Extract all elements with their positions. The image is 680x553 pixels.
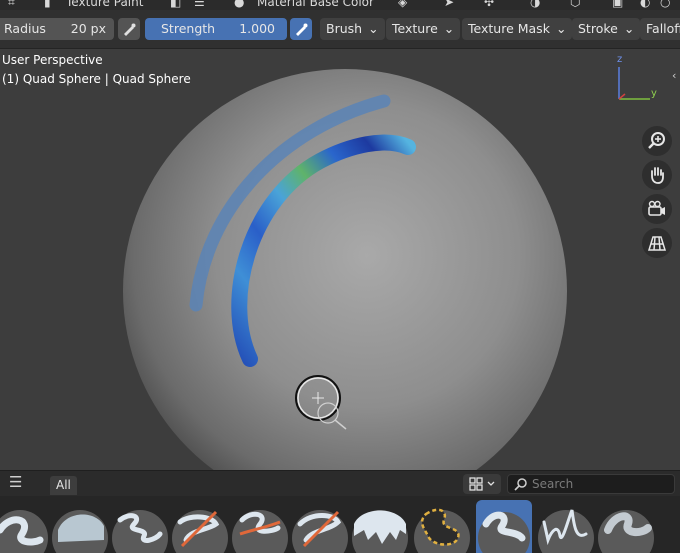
brush-thumbnail[interactable] (352, 500, 408, 553)
radius-field[interactable]: Radius 20 px (0, 18, 114, 40)
brush-preview-icon (292, 510, 348, 553)
brush-preview-icon (538, 509, 594, 553)
brush-preview-icon (232, 510, 288, 553)
radius-pressure-button[interactable] (118, 18, 140, 40)
brush-preview-icon (172, 510, 228, 553)
grid-ortho-icon (647, 236, 667, 251)
radius-value: 20 px (70, 21, 106, 36)
menu-icon[interactable]: ☰ (194, 0, 205, 9)
tab-all[interactable]: All (50, 476, 77, 495)
color-swatch-icon[interactable]: ◧ (170, 0, 181, 9)
texture-mask-menu-label: Texture Mask (468, 21, 550, 36)
hand-pan-icon (651, 167, 664, 184)
asset-shelf-header: ☰ All Search (0, 470, 680, 497)
chevron-down-icon: ⌄ (555, 21, 567, 36)
search-input[interactable]: Search (507, 474, 675, 494)
mode-icon[interactable]: ⌗ (8, 0, 15, 10)
brush-preview-icon (478, 511, 530, 553)
display-settings-button[interactable] (463, 474, 501, 494)
material-preview-icon[interactable]: ◐ (640, 0, 650, 9)
search-icon (514, 478, 527, 491)
strength-value: 1.000 (239, 21, 275, 36)
brush-thumbnail[interactable] (292, 500, 348, 553)
pen-pressure-icon (296, 23, 308, 36)
3d-viewport[interactable]: z y ‹ User Perspective (1) Quad Sphere |… (0, 49, 680, 470)
active-object-label: (1) Quad Sphere | Quad Sphere (2, 72, 191, 86)
render-preview-icon[interactable]: ○ (660, 0, 670, 9)
brush-preview-icon (0, 510, 48, 553)
pan-button[interactable] (642, 160, 672, 190)
brush-thumbnail[interactable] (232, 500, 288, 553)
brush-preview-icon (414, 508, 470, 553)
zoom-button[interactable] (642, 126, 672, 156)
ortho-toggle-button[interactable] (642, 228, 672, 258)
brush-asset-shelf (0, 496, 680, 553)
shading-icon[interactable]: ● (234, 0, 244, 9)
chevron-down-icon: ⌄ (443, 21, 455, 36)
brush-thumbnail-selected[interactable] (476, 500, 532, 553)
camera-icon (648, 200, 665, 216)
gizmo-y-label: y (651, 88, 657, 99)
texture-menu-label: Texture (392, 21, 438, 36)
gizmo-toggle-icon[interactable]: ⬡ (570, 0, 580, 9)
brush-thumbnail[interactable] (112, 500, 168, 553)
strength-field[interactable]: Strength 1.000 (145, 18, 287, 40)
texture-mask-menu[interactable]: Texture Mask ⌄ (462, 18, 573, 40)
gizmo-z-label: z (617, 54, 622, 65)
falloff-menu[interactable]: Falloff (640, 18, 680, 40)
sidebar-toggle-icon[interactable]: ‹ (672, 69, 676, 82)
brush-menu[interactable]: Brush ⌄ (320, 18, 385, 40)
brush-preview-icon (352, 510, 408, 553)
chevron-down-icon: ⌄ (368, 21, 379, 36)
strength-label: Strength (161, 21, 216, 36)
brush-thumbnail[interactable] (538, 500, 594, 553)
symmetry-icon[interactable]: ✣ (484, 0, 494, 9)
stroke-menu[interactable]: Stroke ⌄ (572, 18, 641, 40)
brush-thumbnail[interactable] (414, 500, 470, 553)
brush-thumbnail[interactable] (52, 500, 108, 553)
brush-thumbnail[interactable] (0, 500, 48, 553)
radius-label: Radius (4, 21, 46, 36)
cursor-icon[interactable]: ➤ (444, 0, 454, 9)
brush-thumbnail[interactable] (598, 500, 654, 553)
axis-gizmo[interactable] (618, 67, 650, 100)
sphere-canvas[interactable]: z y ‹ (0, 49, 680, 470)
brush-menu-label: Brush (326, 21, 363, 36)
brush-preview-icon (112, 510, 168, 553)
view-perspective-label: User Perspective (2, 53, 103, 67)
camera-view-button[interactable] (642, 194, 672, 224)
quad-sphere[interactable] (123, 69, 567, 470)
mode-select[interactable]: Texture Paint (66, 0, 143, 9)
texture-menu[interactable]: Texture ⌄ (386, 18, 461, 40)
mask-icon[interactable]: ◈ (398, 0, 407, 9)
chevron-down-icon: ⌄ (623, 21, 635, 36)
grid-view-icon (469, 477, 495, 491)
pen-pressure-icon (124, 23, 136, 36)
stroke-menu-label: Stroke (578, 21, 618, 36)
overlay-icon[interactable]: ◑ (530, 0, 540, 9)
search-placeholder: Search (532, 477, 574, 491)
brush-preview-icon (52, 510, 108, 553)
image-icon[interactable]: ▣ (612, 0, 623, 9)
brush-mode-icon[interactable]: ▮ (44, 0, 51, 9)
tool-settings-header: Radius 20 px Strength 1.000 Brush ⌄ Textu… (0, 10, 680, 49)
brush-preview-icon (598, 510, 654, 553)
falloff-menu-label: Falloff (646, 21, 680, 36)
brush-thumbnail[interactable] (172, 500, 228, 553)
strength-pressure-button[interactable] (290, 18, 312, 40)
top-toolbar: ⌗ ▮ Texture Paint ◧ ☰ ● Material Base Co… (0, 0, 680, 10)
zoom-icon (648, 132, 665, 149)
source-select[interactable]: Material Base Color (257, 0, 374, 9)
hamburger-menu-icon[interactable]: ☰ (9, 473, 22, 491)
